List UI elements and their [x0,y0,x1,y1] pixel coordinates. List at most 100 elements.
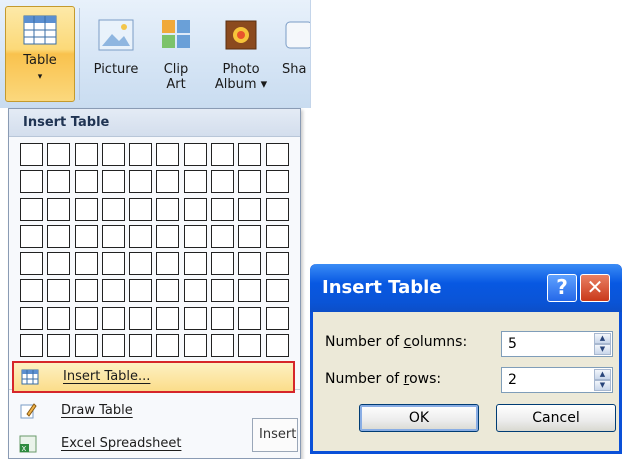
grid-cell[interactable] [129,170,153,194]
grid-cell[interactable] [20,279,43,303]
grid-cell[interactable] [211,252,235,276]
grid-cell[interactable] [156,143,180,166]
grid-cell[interactable] [156,279,180,303]
grid-cell[interactable] [74,143,98,166]
grid-cell[interactable] [211,306,235,330]
grid-cell[interactable] [129,143,153,166]
grid-cell[interactable] [238,279,262,303]
grid-cell[interactable] [265,279,289,303]
grid-cell[interactable] [20,143,43,166]
grid-cell[interactable] [156,224,180,248]
grid-cell[interactable] [47,143,71,166]
grid-cell[interactable] [74,306,98,330]
grid-cell[interactable] [101,279,125,303]
shapes-button[interactable]: Sha [282,12,310,77]
grid-cell[interactable] [129,279,153,303]
grid-cell[interactable] [183,197,207,221]
columns-up-arrow-icon[interactable]: ▲ [594,333,611,344]
grid-cell[interactable] [238,143,262,166]
grid-cell[interactable] [265,170,289,194]
grid-cell[interactable] [265,197,289,221]
grid-cell[interactable] [238,170,262,194]
table-size-grid[interactable] [20,143,294,359]
grid-cell[interactable] [156,170,180,194]
grid-cell[interactable] [20,197,43,221]
grid-cell[interactable] [129,224,153,248]
grid-cell[interactable] [47,279,71,303]
grid-cell[interactable] [211,224,235,248]
grid-cell[interactable] [74,252,98,276]
rows-value[interactable]: 2 [508,368,517,392]
grid-cell[interactable] [265,143,289,166]
grid-cell[interactable] [211,279,235,303]
grid-cell[interactable] [20,224,43,248]
grid-cell[interactable] [101,143,125,166]
grid-cell[interactable] [20,252,43,276]
help-button[interactable]: ? [547,274,577,302]
grid-cell[interactable] [183,334,207,358]
grid-cell[interactable] [238,252,262,276]
grid-cell[interactable] [47,170,71,194]
grid-cell[interactable] [265,334,289,358]
grid-cell[interactable] [238,306,262,330]
rows-down-arrow-icon[interactable]: ▼ [594,380,611,391]
grid-cell[interactable] [129,306,153,330]
grid-cell[interactable] [74,224,98,248]
columns-value[interactable]: 5 [508,332,517,356]
grid-cell[interactable] [74,279,98,303]
grid-cell[interactable] [129,197,153,221]
grid-cell[interactable] [156,252,180,276]
grid-cell[interactable] [183,306,207,330]
grid-cell[interactable] [74,197,98,221]
grid-cell[interactable] [101,170,125,194]
grid-cell[interactable] [156,334,180,358]
clip-art-button[interactable]: Clip Art [152,12,200,92]
rows-stepper[interactable]: 2 ▲ ▼ [501,367,613,393]
cancel-button[interactable]: Cancel [496,404,616,432]
picture-button[interactable]: Picture [86,12,146,77]
grid-cell[interactable] [20,334,43,358]
grid-cell[interactable] [47,334,71,358]
grid-cell[interactable] [47,306,71,330]
columns-down-arrow-icon[interactable]: ▼ [594,344,611,355]
close-button[interactable]: ✕ [580,274,610,302]
grid-cell[interactable] [211,143,235,166]
grid-cell[interactable] [129,334,153,358]
ok-button[interactable]: OK [359,404,479,432]
grid-cell[interactable] [101,334,125,358]
grid-cell[interactable] [156,197,180,221]
grid-cell[interactable] [265,224,289,248]
grid-cell[interactable] [183,170,207,194]
grid-cell[interactable] [20,306,43,330]
photo-album-button[interactable]: Photo Album ▾ [208,12,274,92]
grid-cell[interactable] [101,306,125,330]
grid-cell[interactable] [183,252,207,276]
grid-cell[interactable] [211,197,235,221]
grid-cell[interactable] [238,197,262,221]
grid-cell[interactable] [211,170,235,194]
grid-cell[interactable] [74,170,98,194]
grid-cell[interactable] [101,197,125,221]
grid-cell[interactable] [47,252,71,276]
grid-cell[interactable] [265,306,289,330]
grid-cell[interactable] [238,334,262,358]
table-button[interactable]: Table ▾ [5,6,75,102]
grid-cell[interactable] [265,252,289,276]
insert-table-menu-item[interactable]: Insert Table... [12,361,295,393]
grid-cell[interactable] [183,279,207,303]
grid-cell[interactable] [129,252,153,276]
rows-up-arrow-icon[interactable]: ▲ [594,369,611,380]
grid-cell[interactable] [183,224,207,248]
grid-cell[interactable] [101,252,125,276]
grid-cell[interactable] [74,334,98,358]
grid-cell[interactable] [238,224,262,248]
grid-cell[interactable] [211,334,235,358]
grid-cell[interactable] [101,224,125,248]
grid-cell[interactable] [47,224,71,248]
grid-cell[interactable] [156,306,180,330]
grid-cell[interactable] [183,143,207,166]
grid-cell[interactable] [20,170,43,194]
photo-album-label-2: Album ▾ [214,77,268,92]
grid-cell[interactable] [47,197,71,221]
columns-stepper[interactable]: 5 ▲ ▼ [501,331,613,357]
